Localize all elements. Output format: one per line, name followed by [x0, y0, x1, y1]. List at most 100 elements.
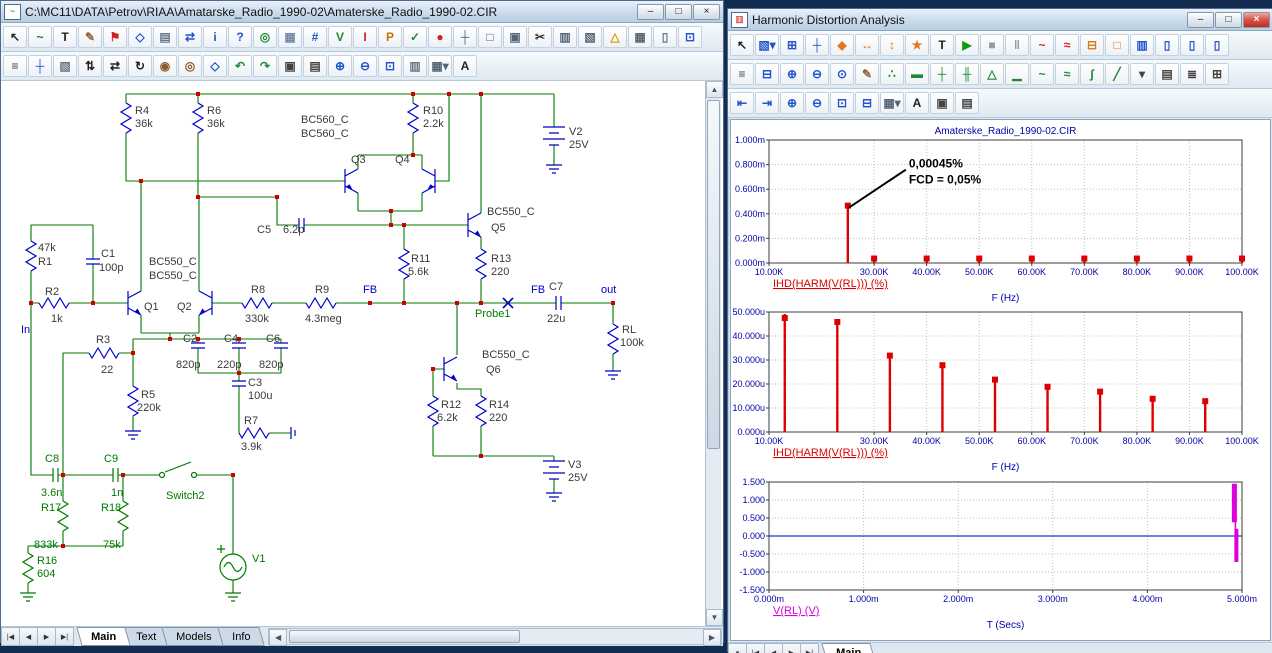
rotate-icon[interactable]: ↻ [128, 55, 152, 77]
attribute-icon[interactable]: ◎ [253, 26, 277, 48]
close-button[interactable]: × [1243, 12, 1270, 28]
shapes-icon[interactable]: ◇ [203, 55, 227, 77]
schematic-titlebar[interactable]: ~ C:\MC11\DATA\Petrov\RIAA\Amatarske_Rad… [1, 1, 723, 23]
restore-button[interactable]: □ [1215, 12, 1242, 28]
vertical-scrollbar[interactable]: ▲ ▼ [705, 81, 721, 626]
tracker-icon[interactable]: △ [980, 63, 1004, 85]
last-page-button[interactable]: ▶| [800, 643, 819, 653]
point-tag-icon[interactable]: ◆ [830, 34, 854, 56]
autoscale-icon[interactable]: ⊙ [830, 63, 854, 85]
flip-horizontal-icon[interactable]: ⇄ [103, 55, 127, 77]
grid-dropdown-icon[interactable]: ▦▾ [880, 92, 904, 114]
slope-icon[interactable]: ╱ [1105, 63, 1129, 85]
exclude-icon[interactable]: □ [1105, 34, 1129, 56]
redo-icon[interactable]: ↷ [253, 55, 277, 77]
wire-mode-icon[interactable]: ~ [28, 26, 52, 48]
baseline-icon[interactable]: ▁ [1005, 63, 1029, 85]
grid-dropdown-icon[interactable]: ▦▾ [428, 55, 452, 77]
font-icon[interactable]: A [453, 55, 477, 77]
paste-icon[interactable]: ▤ [303, 55, 327, 77]
mirror-icon[interactable]: ⇄ [178, 26, 202, 48]
zoom-out-icon[interactable]: ⊖ [805, 92, 829, 114]
undo-icon[interactable]: ↶ [228, 55, 252, 77]
prev-page-button[interactable]: ◀ [764, 643, 783, 653]
restore-button[interactable]: □ [665, 4, 692, 20]
paste-icon[interactable]: ▤ [955, 92, 979, 114]
fft-icon[interactable]: ~ [1030, 34, 1054, 56]
zoom-out-icon[interactable]: ⊖ [805, 63, 829, 85]
properties-icon[interactable]: ≡ [730, 63, 754, 85]
node-numbers-icon[interactable]: # [303, 26, 327, 48]
y-axis-grid-icon[interactable]: ╫ [955, 63, 979, 85]
text-mode-icon[interactable]: T [53, 26, 77, 48]
watch-icon[interactable]: ⊟ [1080, 34, 1104, 56]
tab-info[interactable]: Info [217, 627, 265, 646]
accumulate-icon[interactable]: ▥ [1130, 34, 1154, 56]
find-icon[interactable]: ◉ [153, 55, 177, 77]
data-points-icon[interactable]: ∴ [880, 63, 904, 85]
graph-pick-icon[interactable]: ▧▾ [755, 34, 779, 56]
tab-main[interactable]: Main [821, 643, 876, 653]
vertical-tag-icon[interactable]: ↕ [880, 34, 904, 56]
zoom-in-icon[interactable]: ⊕ [780, 92, 804, 114]
minimize-button[interactable]: – [1187, 12, 1214, 28]
analysis-window[interactable]: ▥ Harmonic Distortion Analysis – □ × ↖▧▾… [727, 8, 1272, 652]
horizontal-scrollbar[interactable]: ◀ ▶ [268, 628, 722, 645]
cross-hair-icon[interactable]: ┼ [453, 26, 477, 48]
analysis-plots[interactable]: 1.000m0.800m0.600m0.400m0.200m0.000m10.0… [731, 120, 1268, 640]
graphics-icon[interactable]: ✎ [78, 26, 102, 48]
zoom-region-icon[interactable]: ⊡ [830, 92, 854, 114]
grid-icon[interactable]: ▦ [628, 26, 652, 48]
ruler-icon[interactable]: ▬ [905, 63, 929, 85]
scroll-left-button[interactable]: ◀ [269, 629, 287, 646]
vscroll-track[interactable] [706, 98, 721, 609]
font-icon[interactable]: A [905, 92, 929, 114]
next-page-button[interactable]: ▶ [782, 643, 801, 653]
wave-icon[interactable]: ~ [1030, 63, 1054, 85]
find-next-icon[interactable]: ◎ [178, 55, 202, 77]
border-icon[interactable]: □ [478, 26, 502, 48]
zoom-area-icon[interactable]: ⊡ [378, 55, 402, 77]
tile-icon[interactable]: ⊟ [755, 63, 779, 85]
cursor-left-icon[interactable]: ⇤ [730, 92, 754, 114]
scroll-up-button[interactable]: ▲ [706, 81, 723, 98]
charts-panel[interactable]: 1.000m0.800m0.600m0.400m0.200m0.000m10.0… [730, 119, 1271, 641]
scroll-down-button[interactable]: ▼ [706, 609, 723, 626]
select-icon[interactable]: ↖ [3, 26, 27, 48]
scale-mode-icon[interactable]: ⊞ [780, 34, 804, 56]
schematic-canvas[interactable]: R436kR636kBC560_CBC560_CR102.2kV225VQ3Q4… [1, 81, 723, 626]
copy-icon[interactable]: ▣ [930, 92, 954, 114]
pin-connections-icon[interactable]: ● [428, 26, 452, 48]
pause-icon[interactable]: ‖ [1005, 34, 1029, 56]
select-region-icon[interactable]: ▧ [578, 26, 602, 48]
clipboard-icon[interactable]: ▤ [153, 26, 177, 48]
pencil-icon[interactable]: ✎ [855, 63, 879, 85]
curve-select-icon[interactable]: ▾ [1130, 63, 1154, 85]
minimize-button[interactable]: – [637, 4, 664, 20]
cursor-right-icon[interactable]: ⇥ [755, 92, 779, 114]
panel-one-icon[interactable]: ▯ [1155, 34, 1179, 56]
horizontal-tag-icon[interactable]: ↔ [855, 34, 879, 56]
schematic-window[interactable]: ~ C:\MC11\DATA\Petrov\RIAA\Amatarske_Rad… [0, 0, 724, 643]
help-icon[interactable]: ? [228, 26, 252, 48]
title-block-icon[interactable]: ▣ [503, 26, 527, 48]
image-icon[interactable]: ▥ [403, 55, 427, 77]
copy-region-icon[interactable]: ▥ [553, 26, 577, 48]
flag-icon[interactable]: ⚑ [103, 26, 127, 48]
next-page-button[interactable]: ▶ [37, 627, 56, 646]
panel-two-icon[interactable]: ▯ [1180, 34, 1204, 56]
smoothing-icon[interactable]: ≈ [1055, 63, 1079, 85]
tab-main[interactable]: Main [76, 627, 131, 646]
performance-tag-icon[interactable]: ★ [905, 34, 929, 56]
prev-page-button[interactable]: ◀ [19, 627, 38, 646]
flip-vertical-icon[interactable]: ⇅ [78, 55, 102, 77]
cursor-mode-icon[interactable]: ┼ [805, 34, 829, 56]
plot-select-button[interactable]: ▾ [728, 643, 747, 653]
select-icon[interactable]: ↖ [730, 34, 754, 56]
zoom-in-icon[interactable]: ⊕ [780, 63, 804, 85]
digital-io-icon[interactable]: ▦ [278, 26, 302, 48]
properties-icon[interactable]: ≡ [3, 55, 27, 77]
fft-window-icon[interactable]: ≈ [1055, 34, 1079, 56]
calculator-icon[interactable]: ⊞ [1205, 63, 1229, 85]
condition-icon[interactable]: ✓ [403, 26, 427, 48]
